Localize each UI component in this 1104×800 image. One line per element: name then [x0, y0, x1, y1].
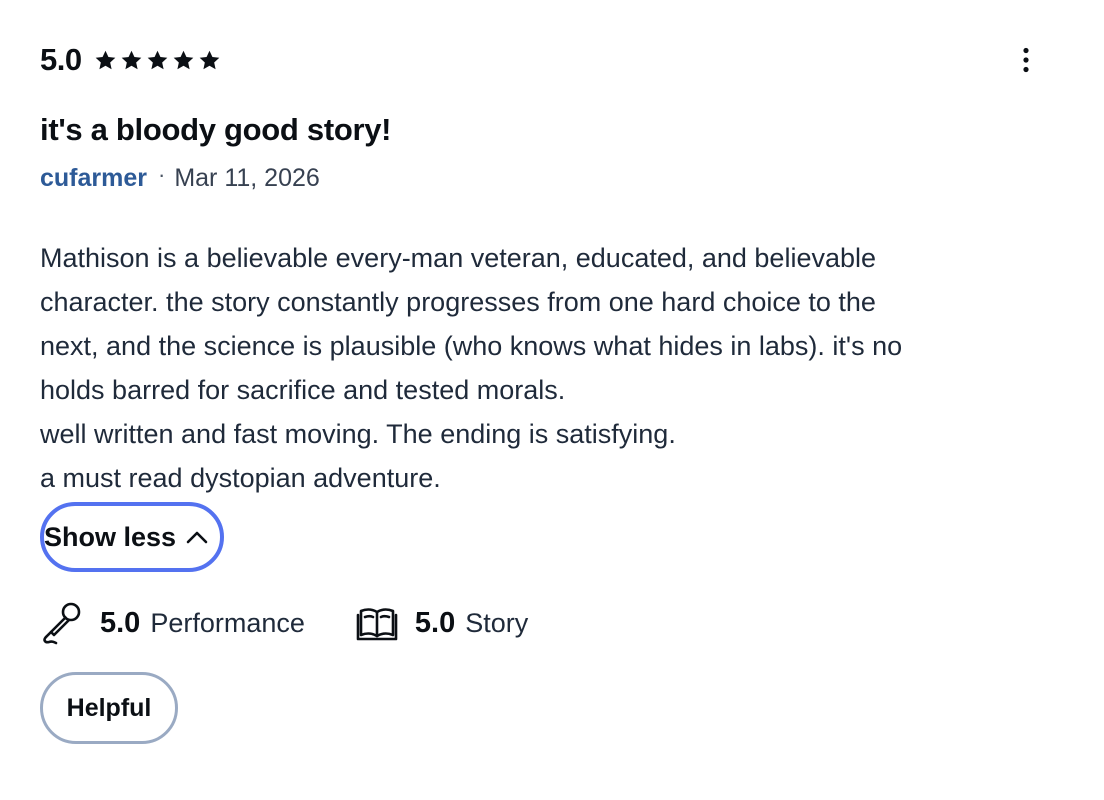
star-icon	[199, 50, 219, 69]
meta-separator: ·	[158, 162, 166, 187]
star-icon	[121, 50, 141, 69]
helpful-button[interactable]: Helpful	[40, 672, 178, 744]
chevron-up-icon	[186, 531, 208, 544]
review-body-line: Mathison is a believable every-man veter…	[40, 243, 877, 273]
review-title: it's a bloody good story!	[40, 112, 392, 147]
star-icon	[173, 50, 193, 69]
star-icon	[147, 50, 167, 69]
subrating-label: Story	[465, 607, 529, 638]
star-rating	[94, 49, 221, 72]
overall-rating-row: 5.0	[40, 40, 221, 80]
more-vertical-icon	[1023, 47, 1029, 73]
subrating-score: 5.0	[100, 606, 141, 639]
review-body-line: a must read dystopian adventure.	[40, 463, 441, 493]
subrating-label: Performance	[150, 607, 305, 638]
subrating-score: 5.0	[414, 606, 456, 639]
review-meta: cufarmer · Mar 11, 2026	[40, 162, 320, 193]
subratings: 5.0 Performance 5.0 Story	[40, 598, 528, 648]
show-less-label: Show less	[44, 521, 177, 552]
review-date: Mar 11, 2026	[174, 164, 320, 192]
more-options-button[interactable]	[1010, 42, 1042, 78]
star-icon	[95, 50, 115, 69]
microphone-icon	[43, 602, 81, 645]
subrating-performance: 5.0 Performance	[40, 601, 305, 645]
review-body-line: holds barred for sacrifice and tested mo…	[40, 375, 566, 405]
review-body-line: character. the story constantly progress…	[40, 287, 876, 317]
overall-rating-score: 5.0	[40, 42, 82, 77]
author-link[interactable]: cufarmer	[40, 164, 147, 193]
subrating-story: 5.0 Story	[355, 601, 528, 645]
review-body: Mathison is a believable every-man veter…	[40, 236, 1070, 500]
review-body-line: well written and fast moving. The ending…	[40, 419, 676, 449]
book-icon	[356, 608, 398, 641]
review-body-line: next, and the science is plausible (who …	[40, 331, 903, 361]
show-less-button[interactable]: Show less	[40, 502, 224, 572]
review-card: 5.0 it's a bloody good story! cufarmer ·…	[0, 0, 1104, 800]
